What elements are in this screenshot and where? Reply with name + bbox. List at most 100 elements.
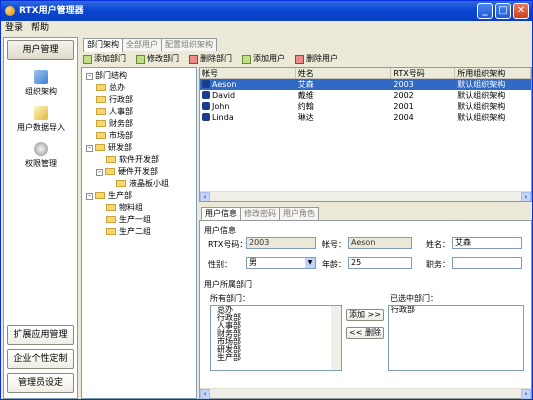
tree-node[interactable]: 生产一组 (106, 214, 151, 225)
gender-select[interactable]: 男 ▼ (246, 257, 316, 269)
folder-icon (105, 168, 115, 175)
cell-name: 戴维 (297, 91, 314, 100)
minimize-button[interactable]: _ (477, 3, 493, 19)
column-header-org[interactable]: 所用组织架构 (455, 68, 531, 78)
tree-node[interactable]: - 生产部 (86, 190, 132, 201)
delete-user-button[interactable]: 删除用户 (295, 52, 338, 66)
list-vertical-scrollbar[interactable] (331, 306, 341, 370)
all-depts-label: 所有部门： (210, 294, 250, 303)
permission-icon (34, 142, 48, 156)
tree-node[interactable]: 总办 (96, 82, 125, 93)
folder-icon (106, 228, 116, 235)
scroll-left-icon[interactable]: ‹ (200, 192, 210, 201)
sidebar-item-org-chart[interactable]: 组织架构 (6, 70, 76, 97)
maximize-button[interactable]: □ (495, 3, 511, 19)
table-row[interactable]: Linda 琳达 2004 默认组织架构 (200, 112, 531, 123)
delete-user-label: 删除用户 (306, 54, 338, 63)
add-dept-label: 添加部门 (94, 54, 126, 63)
tab-all-users[interactable]: 全部用户 (122, 38, 162, 51)
list-item[interactable]: 生产部 (211, 354, 341, 362)
dropdown-arrow-icon[interactable]: ▼ (305, 258, 315, 268)
collapse-icon[interactable]: - (86, 193, 93, 200)
scroll-left-icon[interactable]: ‹ (200, 389, 210, 399)
enterprise-customize-button[interactable]: 企业个性定制 (7, 349, 74, 369)
tree-node[interactable]: - 研发部 (86, 142, 132, 153)
remove-dept-from-user-button[interactable]: << 删除 (346, 327, 384, 339)
folder-icon (96, 132, 106, 139)
cell-account: David (200, 90, 296, 101)
title-bar: RTX用户管理器 _ □ ✕ (1, 1, 532, 21)
grid-horizontal-scrollbar[interactable]: ‹ › (200, 191, 531, 201)
org-chart-icon (34, 70, 48, 84)
add-dept-button[interactable]: 添加部门 (83, 52, 126, 66)
all-depts-list[interactable]: 总办 行政部 人事部 财务部 市场部 研发部 生产部 (210, 305, 342, 371)
user-icon (202, 113, 210, 121)
column-header-account[interactable]: 帐号 (200, 68, 296, 78)
folder-icon (106, 216, 116, 223)
tree-node[interactable]: 液晶板小组 (116, 178, 169, 189)
cell-org: 默认组织架构 (457, 91, 506, 100)
add-user-label: 添加用户 (253, 54, 285, 63)
panel-horizontal-scrollbar[interactable]: ‹ › (200, 388, 531, 399)
rtx-label: RTX号码： (208, 240, 248, 249)
collapse-icon[interactable]: - (86, 73, 93, 80)
extension-management-button[interactable]: 扩展应用管理 (7, 325, 74, 345)
user-management-button[interactable]: 用户管理 (7, 40, 74, 60)
edit-dept-label: 修改部门 (147, 54, 179, 63)
scroll-right-icon[interactable]: › (521, 192, 531, 201)
tree-node-label: 行政部 (109, 95, 133, 104)
tab-change-password[interactable]: 修改密码 (240, 207, 280, 220)
folder-icon (96, 120, 106, 127)
tree-node[interactable]: 人事部 (96, 106, 133, 117)
column-header-rtx[interactable]: RTX号码 (391, 68, 456, 78)
app-icon (5, 6, 15, 16)
table-row[interactable]: David 戴维 2002 默认组织架构 (200, 90, 531, 101)
close-button[interactable]: ✕ (513, 3, 529, 19)
main-window: RTX用户管理器 _ □ ✕ 登录 帮助 用户管理 组织架构 用户数据导入 权限… (0, 0, 533, 400)
delete-dept-label: 删除部门 (200, 54, 232, 63)
tree-root-label: 部门结构 (95, 71, 127, 80)
account-field[interactable]: Aeson (348, 237, 412, 249)
rtx-field[interactable]: 2003 (246, 237, 316, 249)
table-row[interactable]: John 约翰 2001 默认组织架构 (200, 101, 531, 112)
sidebar-item-import[interactable]: 用户数据导入 (6, 106, 76, 133)
folder-icon (96, 108, 106, 115)
add-dept-to-user-button[interactable]: 添加 >> (346, 309, 384, 321)
list-item[interactable]: 行政部 (389, 306, 523, 314)
table-row[interactable]: Aeson 艾森 2003 默认组织架构 (200, 79, 531, 90)
name-field[interactable]: 艾森 (452, 237, 522, 249)
user-table: 帐号 姓名 RTX号码 所用组织架构 Aeson 艾森 2003 默认组织架构 … (199, 67, 532, 202)
age-field[interactable]: 25 (348, 257, 412, 269)
tab-user-info[interactable]: 用户信息 (201, 207, 241, 221)
tree-node[interactable]: 生产二组 (106, 226, 151, 237)
admin-settings-button[interactable]: 管理员设定 (7, 373, 74, 393)
delete-dept-button[interactable]: 删除部门 (189, 52, 232, 66)
cell-text: John (212, 102, 230, 111)
user-info-section-label: 用户信息 (204, 226, 236, 235)
import-data-icon (34, 106, 48, 120)
title-field[interactable] (452, 257, 522, 269)
tree-node[interactable]: - 硬件开发部 (96, 166, 158, 177)
collapse-icon[interactable]: - (96, 169, 103, 176)
scroll-right-icon[interactable]: › (521, 389, 531, 399)
tree-node[interactable]: 物料组 (106, 202, 143, 213)
folder-icon (95, 192, 105, 199)
collapse-icon[interactable]: - (86, 145, 93, 152)
tree-node[interactable]: 财务部 (96, 118, 133, 129)
edit-dept-button[interactable]: 修改部门 (136, 52, 179, 66)
sidebar-item-permission[interactable]: 权限管理 (6, 142, 76, 169)
add-user-button[interactable]: 添加用户 (242, 52, 285, 66)
menu-help[interactable]: 帮助 (31, 21, 49, 36)
selected-depts-list[interactable]: 行政部 (388, 305, 524, 371)
tab-config-org[interactable]: 配置组织架构 (161, 38, 217, 51)
tree-root[interactable]: - 部门结构 (86, 70, 127, 81)
tab-dept-structure[interactable]: 部门架构 (83, 38, 123, 52)
folder-icon (106, 204, 116, 211)
tree-node[interactable]: 市场部 (96, 130, 133, 141)
tree-node[interactable]: 行政部 (96, 94, 133, 105)
edit-dept-icon (136, 54, 145, 64)
tab-user-role[interactable]: 用户角色 (279, 207, 319, 220)
tree-node[interactable]: 软件开发部 (106, 154, 159, 165)
menu-login[interactable]: 登录 (5, 21, 23, 36)
column-header-name[interactable]: 姓名 (296, 68, 392, 78)
